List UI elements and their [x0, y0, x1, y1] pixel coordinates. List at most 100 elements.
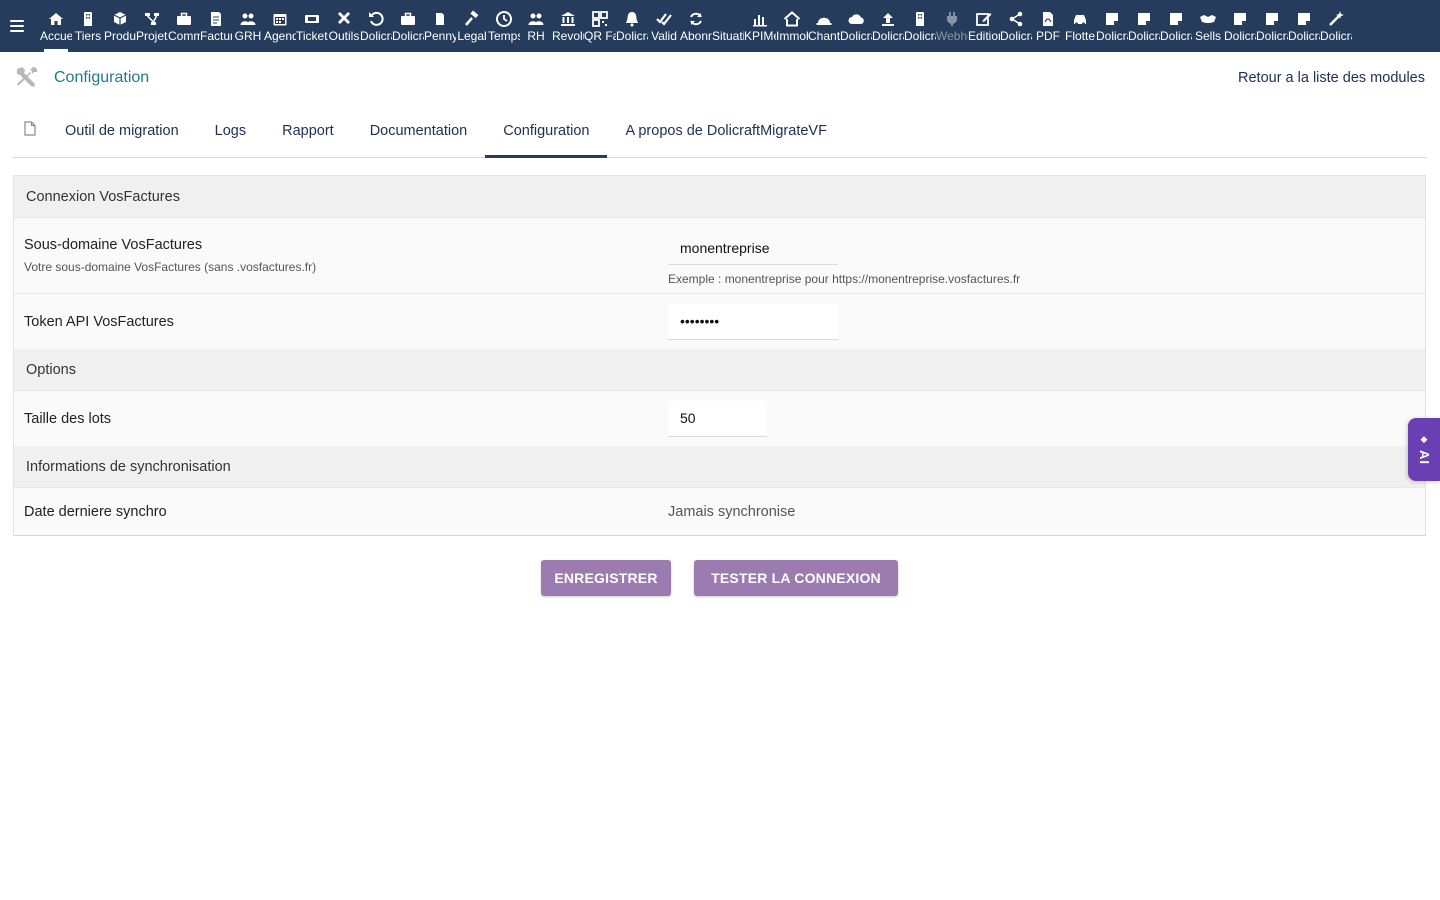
menu-item-12[interactable]: Penny	[424, 0, 456, 52]
blank-icon	[719, 10, 737, 28]
menu-item-1[interactable]: Tiers	[72, 0, 104, 52]
menu-item-37[interactable]: Dolicraft	[1224, 0, 1256, 52]
menu-item-2[interactable]: Produits	[104, 0, 136, 52]
file-icon	[431, 10, 449, 28]
menu-item-16[interactable]: Revolut	[552, 0, 584, 52]
menu-item-33[interactable]: Dolicraft	[1096, 0, 1128, 52]
menu-item-14[interactable]: Temps	[488, 0, 520, 52]
gavel-icon	[463, 10, 481, 28]
menu-item-6[interactable]: GRH	[232, 0, 264, 52]
menu-item-30[interactable]: Dolicraft	[1000, 0, 1032, 52]
setting-row-token: Token API VosFactures	[14, 293, 1425, 349]
menu-item-39[interactable]: Dolicraft	[1288, 0, 1320, 52]
menu-item-34[interactable]: Dolicraft	[1128, 0, 1160, 52]
top-menu: AccueilTiersProduitsProjetsCommerceFactu…	[34, 0, 1352, 52]
briefcase-icon	[175, 10, 193, 28]
menu-item-27[interactable]: Dolicraft	[904, 0, 936, 52]
menu-item-17[interactable]: QR Factures	[584, 0, 616, 52]
menu-item-11[interactable]: Dolicraft	[392, 0, 424, 52]
menu-item-10[interactable]: Dolicraft	[360, 0, 392, 52]
menu-item-label: Dolicraft	[392, 29, 424, 43]
menu-item-label: Dolicraft	[1000, 29, 1032, 43]
menu-item-label: Facturation	[200, 29, 232, 43]
menu-item-26[interactable]: Dolicraft	[872, 0, 904, 52]
tools-icon	[14, 64, 40, 90]
menu-item-label: Abonnements	[680, 29, 712, 43]
batch-size-input[interactable]	[668, 400, 767, 437]
note-icon	[1231, 10, 1249, 28]
menu-item-5[interactable]: Facturation	[200, 0, 232, 52]
menu-item-label: Produits	[104, 29, 136, 43]
setting-row-batch-size: Taille des lots	[14, 390, 1425, 446]
section-header-options: Options	[14, 349, 1425, 390]
menu-item-31[interactable]: PDF	[1032, 0, 1064, 52]
tab-outil-de-migration[interactable]: Outil de migration	[47, 104, 197, 157]
menu-item-8[interactable]: Tickets	[296, 0, 328, 52]
menu-item-13[interactable]: Legal	[456, 0, 488, 52]
menu-item-label: Dolicraft	[840, 29, 872, 43]
back-to-modules-link[interactable]: Retour a la liste des modules	[1238, 70, 1425, 86]
tab-bar: Outil de migration Logs Rapport Document…	[13, 104, 1426, 158]
menu-item-label: Dolicraft	[616, 29, 648, 43]
menu-item-label: Dolicraft	[1224, 29, 1256, 43]
menu-item-3[interactable]: Projets	[136, 0, 168, 52]
menu-item-18[interactable]: Dolicraft	[616, 0, 648, 52]
tab-configuration[interactable]: Configuration	[485, 104, 608, 158]
ticket-icon	[303, 10, 321, 28]
menu-item-label: Immobilier	[776, 29, 808, 43]
settings-table: Connexion VosFactures Sous-domaine VosFa…	[13, 175, 1426, 536]
menu-item-28[interactable]: Webhooks	[936, 0, 968, 52]
users-icon	[239, 10, 257, 28]
note-icon	[1135, 10, 1153, 28]
subdomain-input[interactable]	[668, 231, 838, 265]
menu-item-36[interactable]: Sells	[1192, 0, 1224, 52]
save-button[interactable]: ENREGISTRER	[541, 560, 671, 596]
menu-item-32[interactable]: Flotte	[1064, 0, 1096, 52]
menu-item-40[interactable]: Dolicraft	[1320, 0, 1352, 52]
tab-logs[interactable]: Logs	[197, 104, 264, 157]
menu-item-label: Dolicraft	[1320, 29, 1352, 43]
section-header-connexion: Connexion VosFactures	[14, 176, 1425, 217]
hamburger-icon	[10, 20, 24, 32]
menu-item-label: Dolicraft	[1288, 29, 1320, 43]
menu-item-label: RH	[527, 29, 545, 43]
menu-item-24[interactable]: Chantier	[808, 0, 840, 52]
menu-item-22[interactable]: KPIMeter	[744, 0, 776, 52]
page-title: Configuration	[54, 69, 150, 86]
menu-item-38[interactable]: Dolicraft	[1256, 0, 1288, 52]
magic-icon	[1327, 10, 1345, 28]
menu-item-21[interactable]: Situation	[712, 0, 744, 52]
menu-item-label: Revolut	[552, 29, 584, 43]
menu-item-19[interactable]: Valid	[648, 0, 680, 52]
tab-file[interactable]	[13, 104, 47, 157]
hard-hat-icon	[815, 10, 833, 28]
upload-icon	[879, 10, 897, 28]
menu-item-0[interactable]: Accueil	[40, 0, 72, 52]
menu-item-23[interactable]: Immobilier	[776, 0, 808, 52]
top-menu-bar: AccueilTiersProduitsProjetsCommerceFactu…	[0, 0, 1440, 52]
menu-item-label: KPIMeter	[744, 29, 776, 43]
batch-size-label: Taille des lots	[24, 410, 112, 427]
menu-item-35[interactable]: Dolicraft	[1160, 0, 1192, 52]
menu-item-9[interactable]: Outils	[328, 0, 360, 52]
menu-item-20[interactable]: Abonnements	[680, 0, 712, 52]
tab-a-propos[interactable]: A propos de DolicraftMigrateVF	[607, 104, 844, 157]
menu-item-4[interactable]: Commerce	[168, 0, 200, 52]
tab-rapport[interactable]: Rapport	[264, 104, 352, 157]
menu-item-label: Accueil	[40, 29, 72, 43]
menu-item-29[interactable]: Edition	[968, 0, 1000, 52]
tools-icon	[335, 10, 353, 28]
menu-item-25[interactable]: Dolicraft	[840, 0, 872, 52]
menu-item-7[interactable]: Agenda	[264, 0, 296, 52]
refresh-icon	[687, 10, 705, 28]
test-connection-button[interactable]: TESTER LA CONNEXION	[694, 560, 898, 596]
menu-item-15[interactable]: RH	[520, 0, 552, 52]
section-header-sync: Informations de synchronisation	[14, 446, 1425, 487]
building-icon	[79, 10, 97, 28]
handshake-icon	[1199, 10, 1217, 28]
ai-assistant-tab[interactable]: ◆ AI	[1408, 418, 1440, 481]
tab-documentation[interactable]: Documentation	[352, 104, 486, 157]
menu-item-label: Dolicraft	[360, 29, 392, 43]
token-input[interactable]	[668, 303, 838, 340]
main-menu-button[interactable]	[0, 0, 34, 52]
